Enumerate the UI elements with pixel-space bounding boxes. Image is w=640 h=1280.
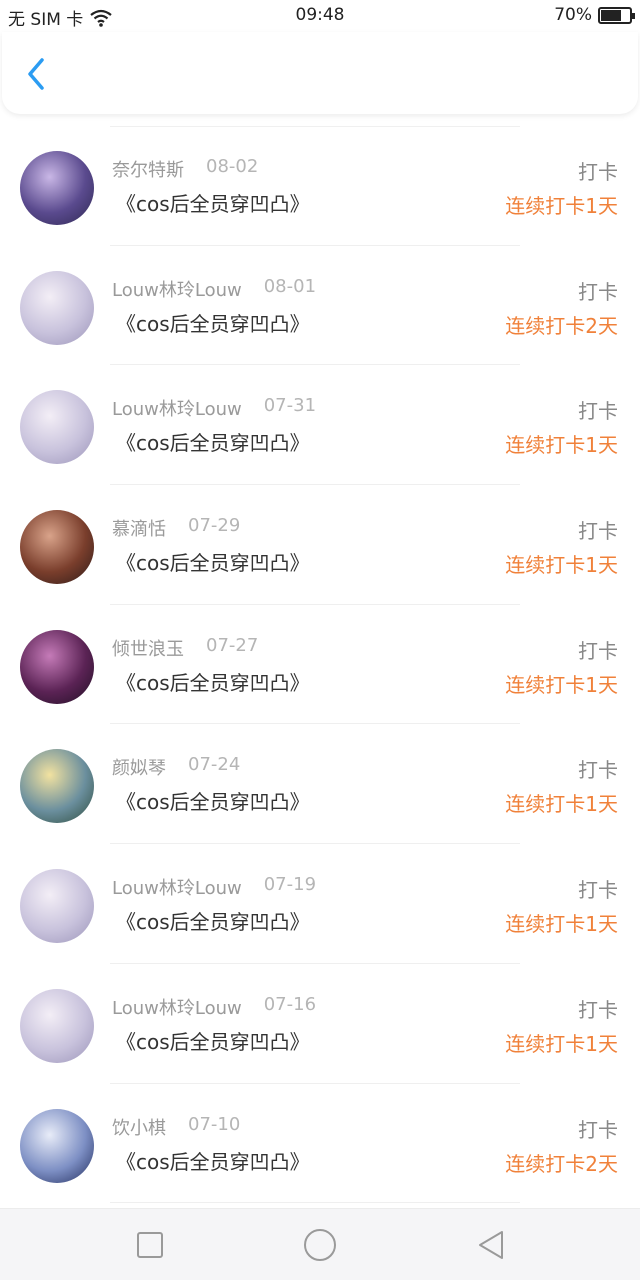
status-time: 09:48 [295, 5, 345, 25]
item-title: 《cos后全员穿凹凸》 [116, 790, 310, 815]
item-title: 《cos后全员穿凹凸》 [116, 670, 310, 695]
user-name[interactable]: 饮小棋 [112, 1114, 166, 1140]
user-name[interactable]: Louw林玲Louw [112, 874, 242, 900]
item-meta: 颜姒琴 07-24 [112, 754, 240, 780]
list-item[interactable]: Louw林玲Louw 08-01 《cos后全员穿凹凸》 打卡 连续打卡2天 [0, 246, 640, 366]
avatar[interactable] [20, 869, 94, 944]
item-date: 07-29 [188, 515, 241, 537]
item-title: 《cos后全员穿凹凸》 [116, 551, 310, 576]
checkin-label: 打卡 [578, 758, 618, 783]
streak-label: 连续打卡1天 [505, 792, 618, 817]
item-meta: Louw林玲Louw 07-19 [112, 874, 316, 900]
avatar[interactable] [20, 988, 94, 1063]
avatar[interactable] [20, 510, 94, 585]
item-meta: 奈尔特斯 08-02 [112, 156, 258, 182]
user-name[interactable]: Louw林玲Louw [112, 994, 242, 1020]
item-date: 07-10 [188, 1113, 241, 1135]
checkin-label: 打卡 [578, 878, 618, 903]
avatar[interactable] [20, 629, 94, 704]
item-meta: Louw林玲Louw 07-16 [112, 994, 316, 1020]
checkin-label: 打卡 [578, 160, 618, 184]
user-name[interactable]: Louw林玲Louw [112, 395, 242, 421]
item-date: 07-27 [206, 634, 259, 656]
list-item[interactable]: 颜姒琴 07-24 《cos后全员穿凹凸》 打卡 连续打卡1天 [0, 724, 640, 845]
back-button[interactable] [18, 54, 54, 94]
checkin-label: 打卡 [578, 638, 618, 663]
checkin-label: 打卡 [578, 399, 618, 424]
item-meta: 饮小棋 07-10 [112, 1114, 240, 1140]
streak-label: 连续打卡1天 [505, 912, 618, 937]
item-divider [110, 1202, 520, 1204]
home-button[interactable] [300, 1225, 340, 1265]
battery-text: 70% [554, 5, 592, 25]
streak-label: 连续打卡1天 [505, 672, 618, 697]
app-header [2, 32, 638, 114]
checkin-label: 打卡 [578, 1117, 618, 1142]
streak-label: 连续打卡1天 [505, 433, 618, 458]
item-meta: 慕滴恬 07-29 [112, 515, 240, 541]
list-item[interactable]: Louw林玲Louw 07-16 《cos后全员穿凹凸》 打卡 连续打卡1天 [0, 964, 640, 1084]
circle-icon [304, 1229, 336, 1261]
item-date: 07-24 [188, 754, 241, 776]
user-name[interactable]: 慕滴恬 [112, 515, 166, 541]
streak-label: 连续打卡1天 [505, 1031, 618, 1056]
battery-fill [601, 9, 621, 21]
list-item[interactable]: 慕滴恬 07-29 《cos后全员穿凹凸》 打卡 连续打卡1天 [0, 485, 640, 605]
item-date: 07-31 [263, 395, 317, 417]
user-name[interactable]: 倾世浪玉 [112, 635, 184, 661]
item-date: 07-16 [263, 993, 317, 1015]
avatar[interactable] [20, 270, 94, 345]
triangle-back-icon [479, 1231, 503, 1259]
item-title: 《cos后全员穿凹凸》 [116, 311, 310, 336]
item-title: 《cos后全员穿凹凸》 [116, 1149, 310, 1174]
checkin-label: 打卡 [578, 997, 618, 1022]
system-nav-bar [0, 1208, 640, 1280]
recent-apps-button[interactable] [130, 1225, 170, 1265]
chevron-left-icon [28, 58, 44, 90]
list-item[interactable]: 倾世浪玉 07-27 《cos后全员穿凹凸》 打卡 连续打卡1天 [0, 605, 640, 725]
item-meta: Louw林玲Louw 08-01 [112, 276, 316, 302]
streak-label: 连续打卡1天 [505, 194, 618, 218]
item-title: 《cos后全员穿凹凸》 [116, 431, 310, 456]
item-date: 08-01 [263, 275, 317, 297]
streak-label: 连续打卡1天 [505, 553, 618, 578]
square-icon [137, 1232, 163, 1258]
status-bar: 无 SIM 卡 09:48 70% [0, 0, 640, 32]
user-name[interactable]: Louw林玲Louw [112, 276, 242, 302]
avatar[interactable] [20, 390, 94, 465]
item-meta: Louw林玲Louw 07-31 [112, 395, 316, 421]
battery-icon [598, 6, 635, 24]
list-item[interactable]: 奈尔特斯 08-02 《cos后全员穿凹凸》 打卡 连续打卡1天 [0, 126, 640, 246]
item-date: 08-02 [206, 156, 259, 177]
item-date: 07-19 [263, 874, 317, 896]
user-name[interactable]: 颜姒琴 [112, 754, 166, 780]
avatar[interactable] [20, 151, 94, 225]
list-item[interactable]: 饮小棋 07-10 《cos后全员穿凹凸》 打卡 连续打卡2天 [0, 1084, 640, 1204]
user-name[interactable]: 奈尔特斯 [112, 156, 184, 182]
item-title: 《cos后全员穿凹凸》 [116, 910, 310, 935]
streak-label: 连续打卡2天 [505, 1151, 618, 1176]
item-title: 《cos后全员穿凹凸》 [116, 192, 310, 216]
checkin-list: 奈尔特斯 08-02 《cos后全员穿凹凸》 打卡 连续打卡1天 Louw林玲L… [0, 126, 640, 1204]
checkin-label: 打卡 [578, 279, 618, 304]
item-meta: 倾世浪玉 07-27 [112, 635, 258, 661]
status-right: 70% [554, 5, 635, 25]
checkin-label: 打卡 [578, 519, 618, 544]
list-item[interactable]: Louw林玲Louw 07-19 《cos后全员穿凹凸》 打卡 连续打卡1天 [0, 844, 640, 964]
avatar[interactable] [20, 749, 94, 824]
system-back-button[interactable] [470, 1225, 510, 1265]
list-item[interactable]: Louw林玲Louw 07-31 《cos后全员穿凹凸》 打卡 连续打卡1天 [0, 365, 640, 486]
item-title: 《cos后全员穿凹凸》 [116, 1029, 310, 1054]
avatar[interactable] [20, 1108, 94, 1183]
streak-label: 连续打卡2天 [505, 313, 618, 338]
